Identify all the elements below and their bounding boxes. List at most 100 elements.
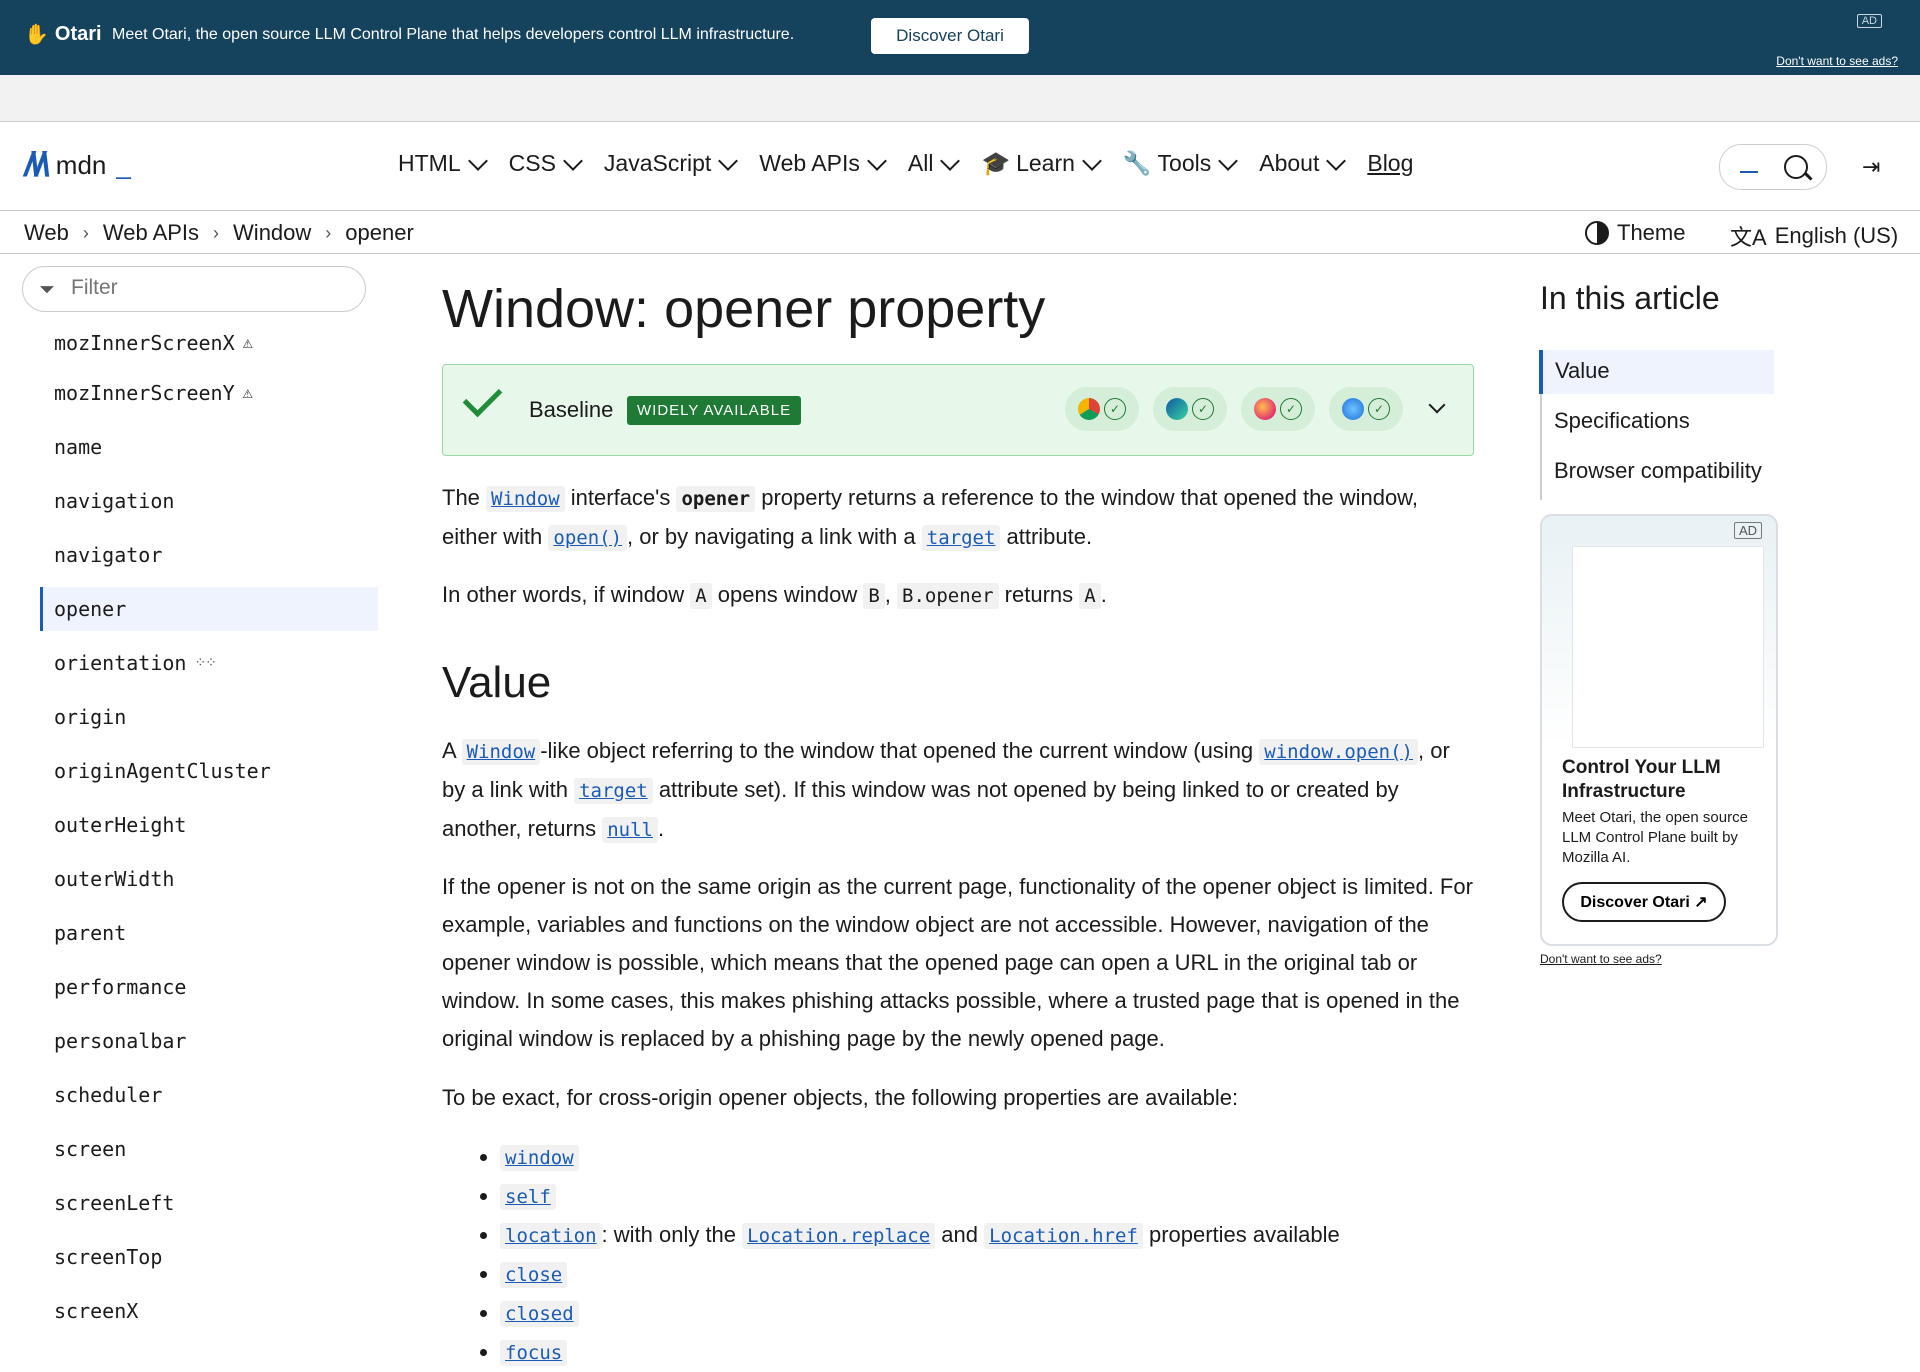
otari-logo[interactable]: ✋ Otari xyxy=(24,22,102,47)
ad-tag: AD xyxy=(1856,14,1882,28)
ad-tag: AD xyxy=(1733,522,1762,539)
target-link[interactable]: target xyxy=(574,778,653,804)
firefox-icon xyxy=(1254,398,1276,420)
breadcrumb-web-apis[interactable]: Web APIs xyxy=(103,220,199,246)
nav-learn[interactable]: 🎓 Learn xyxy=(981,150,1102,177)
nav-html[interactable]: HTML xyxy=(398,150,488,177)
sidebar-item-navigator[interactable]: navigator xyxy=(40,528,378,582)
chevron-down-icon[interactable] xyxy=(1428,396,1446,414)
toc-item-browser-compatibility[interactable]: Browser compatibility xyxy=(1542,450,1774,494)
discover-otari-button[interactable]: Discover Otari xyxy=(871,18,1029,54)
filter-box[interactable]: ⏷ xyxy=(22,266,366,312)
baseline-badge: WIDELY AVAILABLE xyxy=(627,396,802,425)
mdn-logo[interactable]: /\/\ mdn _ xyxy=(24,146,131,185)
ad-banner: ✋ Otari Meet Otari, the open source LLM … xyxy=(0,0,1920,75)
side-ad[interactable]: AD Control Your LLM Infrastructure Meet … xyxy=(1540,514,1778,946)
sidebar-item-screentop[interactable]: screenTop xyxy=(40,1230,378,1284)
chevron-down-icon xyxy=(1082,150,1102,171)
open-link[interactable]: open() xyxy=(548,525,628,551)
checkmark-icon xyxy=(462,377,503,418)
nav-web-apis[interactable]: Web APIs xyxy=(759,150,887,177)
sidebar-item-origin[interactable]: origin xyxy=(40,690,378,744)
login-icon[interactable]: ⇥ xyxy=(1862,154,1880,180)
value-paragraph: A Window -like object referring to the wi… xyxy=(442,738,1450,843)
properties-intro: To be exact, for cross-origin opener obj… xyxy=(442,1085,1239,1110)
edge-icon xyxy=(1166,398,1188,420)
check-icon: ✓ xyxy=(1368,398,1390,420)
window-open-link[interactable]: window.open() xyxy=(1259,739,1418,765)
side-no-ads-link[interactable]: Don't want to see ads? xyxy=(1540,952,1662,966)
ad-discover-button[interactable]: Discover Otari ↗ xyxy=(1562,882,1726,922)
toc-item-specifications[interactable]: Specifications xyxy=(1542,400,1774,444)
experimental-icon: ⁘⁘ xyxy=(194,655,216,671)
sidebar-item-personalbar[interactable]: personalbar xyxy=(40,1014,378,1068)
sidebar-item-name[interactable]: name xyxy=(40,420,378,474)
search-cursor xyxy=(1740,171,1758,173)
nav-about[interactable]: About xyxy=(1259,150,1347,177)
nav-javascript[interactable]: JavaScript xyxy=(604,150,739,177)
intro-paragraph: The Window interface's opener property r… xyxy=(442,485,1418,551)
nav-blog[interactable]: Blog xyxy=(1367,150,1413,177)
theme-toggle[interactable]: Theme xyxy=(1585,220,1685,246)
page-title: Window: opener property xyxy=(442,279,1046,339)
sidebar-item-navigation[interactable]: navigation xyxy=(40,474,378,528)
nav-css[interactable]: CSS xyxy=(509,150,583,177)
nav-tools[interactable]: 🔧 Tools xyxy=(1122,150,1239,177)
chrome-support: ✓ xyxy=(1065,387,1139,431)
properties-list: window self location: with only the Loca… xyxy=(442,1138,1476,1372)
search-icon xyxy=(1784,155,1808,179)
list-item: closed xyxy=(500,1294,1476,1333)
nav-all[interactable]: All xyxy=(908,150,961,177)
warning-icon: ⚠ xyxy=(242,383,253,403)
breadcrumb-opener[interactable]: opener xyxy=(345,220,414,246)
sidebar-item-performance[interactable]: performance xyxy=(40,960,378,1014)
ad-body: Meet Otari, the open source LLM Control … xyxy=(1562,809,1748,866)
other-words-paragraph: In other words, if window A opens window… xyxy=(442,582,1107,609)
no-ads-link[interactable]: Don't want to see ads? xyxy=(1776,54,1898,68)
language-switcher[interactable]: 文A English (US) xyxy=(1730,220,1898,252)
list-item: window xyxy=(500,1138,1476,1177)
sidebar-item-screenleft[interactable]: screenLeft xyxy=(40,1176,378,1230)
target-link[interactable]: target xyxy=(921,525,1001,551)
ad-title: Control Your LLM Infrastructure xyxy=(1562,757,1721,802)
filter-input[interactable] xyxy=(69,275,353,301)
breadcrumb-window[interactable]: Window xyxy=(233,220,311,246)
sidebar-item-scheduler[interactable]: scheduler xyxy=(40,1068,378,1122)
chevron-down-icon xyxy=(467,150,488,171)
filter-icon: ⏷ xyxy=(39,279,55,301)
chevron-right-icon: › xyxy=(213,222,220,243)
sidebar-item-outerheight[interactable]: outerHeight xyxy=(40,798,378,852)
breadcrumb-web[interactable]: Web xyxy=(24,220,69,246)
sidebar-item-screen[interactable]: screen xyxy=(40,1122,378,1176)
breadcrumb: Web › Web APIs › Window › opener xyxy=(24,220,414,246)
baseline-label: Baseline xyxy=(529,397,614,422)
sidebar-item-originagentcluster[interactable]: originAgentCluster xyxy=(40,744,378,798)
list-item: self xyxy=(500,1177,1476,1216)
null-link[interactable]: null xyxy=(602,817,658,843)
sidebar-item-orientation[interactable]: orientation ⁘⁘ xyxy=(40,636,378,690)
baseline-banner[interactable]: Baseline WIDELY AVAILABLE ✓ ✓ ✓ ✓ xyxy=(442,364,1474,456)
sidebar-item-mozinnerscreeny[interactable]: mozInnerScreenY ⚠ xyxy=(40,366,378,420)
translate-icon: 文A xyxy=(1730,225,1767,250)
search-button[interactable] xyxy=(1719,144,1827,190)
theme-icon xyxy=(1585,221,1609,245)
sidebar-item-mozinnerscreenx[interactable]: mozInnerScreenX ⚠ xyxy=(40,320,378,366)
sidebar-item-outerwidth[interactable]: outerWidth xyxy=(40,852,378,906)
window-link[interactable]: Window xyxy=(461,739,541,765)
sidebar-item-opener[interactable]: opener xyxy=(40,587,378,631)
window-link[interactable]: Window xyxy=(486,486,565,512)
sidebar-item-parent[interactable]: parent xyxy=(40,906,378,960)
ad-message: Meet Otari, the open source LLM Control … xyxy=(112,26,795,43)
list-item: location: with only the Location.replace… xyxy=(500,1216,1476,1255)
check-icon: ✓ xyxy=(1104,398,1126,420)
sidebar: ⏷ mozInnerScreenX⚠ mozInnerScreenY⚠ name… xyxy=(0,254,380,1333)
chevron-down-icon xyxy=(1218,150,1239,171)
chevron-down-icon xyxy=(866,150,887,171)
browser-support: ✓ ✓ ✓ ✓ xyxy=(1065,387,1403,431)
edge-support: ✓ xyxy=(1153,387,1227,431)
sidebar-item-screenx[interactable]: screenX xyxy=(40,1284,378,1338)
wrench-icon: 🔧 xyxy=(1122,150,1152,176)
toc-item-value[interactable]: Value xyxy=(1539,350,1774,394)
breadcrumb-bar: Web › Web APIs › Window › opener Theme 文… xyxy=(0,211,1920,254)
otari-icon: ✋ xyxy=(24,24,49,46)
